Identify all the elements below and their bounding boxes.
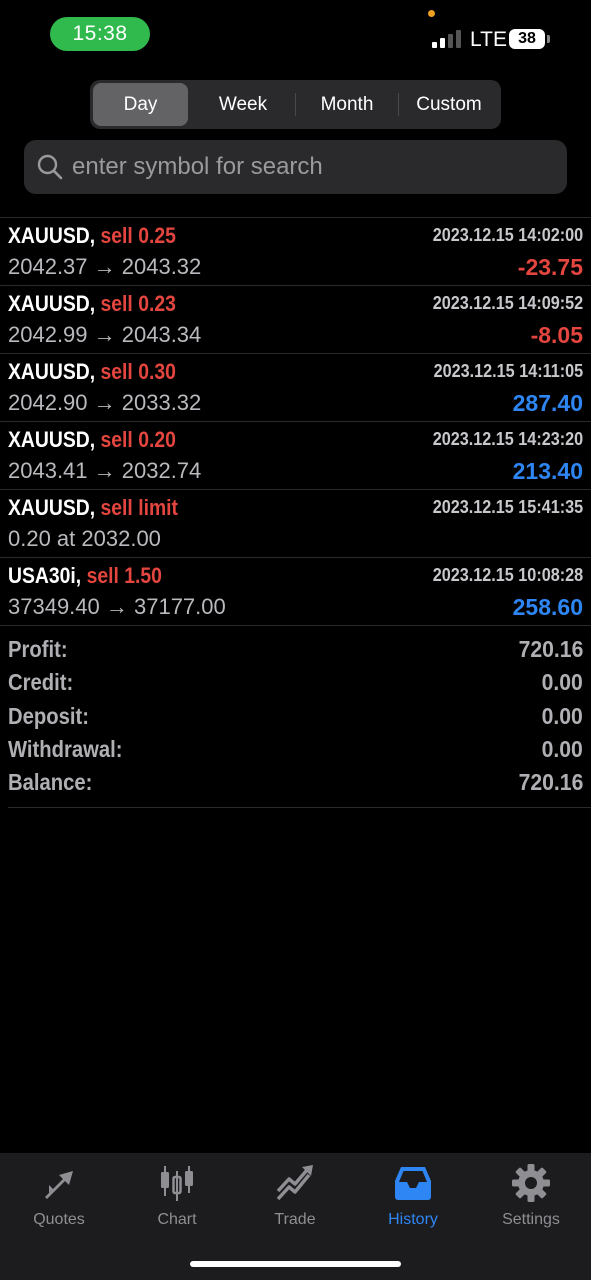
deal-datetime: 2023.12.15 14:02:00 [432, 225, 583, 245]
gear-icon [512, 1164, 550, 1202]
tab-label: Quotes [33, 1211, 85, 1228]
status-bar: 15:38 LTE 38 [0, 0, 591, 66]
deal-profit: 258.60 [512, 594, 583, 620]
status-time: 15:38 [50, 17, 150, 51]
summary-label: Credit: [8, 669, 74, 696]
deal-symbol: XAUUSD, [8, 495, 96, 520]
deal-row[interactable]: XAUUSD, sell 0.25 2023.12.15 14:02:00 2042… [0, 218, 591, 286]
cellular-signal-icon [432, 30, 462, 48]
deal-datetime: 2023.12.15 10:08:28 [432, 565, 583, 585]
tab-chart[interactable]: Chart [118, 1163, 236, 1243]
tab-quotes[interactable]: Quotes [0, 1163, 118, 1243]
summary-row: Deposit: 0.00 [8, 701, 583, 734]
summary-row: Profit: 720.16 [8, 634, 583, 667]
deal-datetime: 2023.12.15 14:09:52 [432, 293, 583, 313]
deal-symbol-line: XAUUSD, sell 0.23 [8, 291, 176, 317]
summary-value: 0.00 [541, 735, 583, 762]
summary-label: Balance: [8, 769, 93, 796]
deal-row[interactable]: XAUUSD, sell 0.20 2023.12.15 14:23:20 2043… [0, 422, 591, 490]
deal-symbol-line: USA30i, sell 1.50 [8, 563, 162, 589]
tab-label: Chart [157, 1211, 197, 1228]
summary-value: 720.16 [518, 769, 583, 796]
quotes-arrows-icon [45, 1171, 73, 1199]
home-indicator[interactable] [190, 1261, 401, 1267]
deal-row[interactable]: XAUUSD, sell 0.23 2023.12.15 14:09:52 2042… [0, 286, 591, 354]
deal-action: sell 0.25 [100, 223, 176, 248]
tab-custom[interactable]: Custom [399, 83, 499, 126]
deal-action: sell 0.20 [100, 427, 176, 452]
deal-symbol: XAUUSD, [8, 223, 96, 248]
summary-row: Withdrawal: 0.00 [8, 734, 583, 767]
summary-row: Balance: 720.16 [8, 767, 583, 800]
search-bar[interactable] [24, 140, 567, 194]
deal-profit: -23.75 [517, 254, 583, 280]
tab-history[interactable]: History [354, 1163, 472, 1243]
deal-row[interactable]: XAUUSD, sell limit 2023.12.15 15:41:35 0.2… [0, 490, 591, 558]
tab-trade[interactable]: Trade [236, 1163, 354, 1243]
summary-row: Credit: 0.00 [8, 667, 583, 700]
deal-action: sell 1.50 [86, 563, 162, 588]
deal-profit: -8.05 [530, 322, 583, 348]
deal-profit: 287.40 [512, 390, 583, 416]
history-inbox-icon [395, 1167, 431, 1200]
tab-month[interactable]: Month [296, 83, 398, 126]
account-summary: Profit: 720.16 Credit: 0.00 Deposit: 0.00 With… [8, 634, 583, 800]
deal-prices: 37349.40 → 37177.00 [8, 594, 226, 619]
tab-settings[interactable]: Settings [472, 1163, 590, 1243]
period-segmented-control: Day Week Month Custom [90, 80, 501, 129]
deal-datetime: 2023.12.15 15:41:35 [432, 497, 583, 517]
deal-action: sell 0.23 [100, 291, 176, 316]
deal-prices: 2042.90 → 2033.32 [8, 390, 202, 415]
battery-level: 38 [518, 30, 536, 47]
deal-symbol: XAUUSD, [8, 291, 96, 316]
deal-symbol: USA30i, [8, 563, 82, 588]
search-input[interactable] [72, 140, 552, 194]
deal-profit: 213.40 [512, 458, 583, 484]
battery-tip [547, 35, 550, 43]
battery-icon: 38 [509, 29, 545, 49]
deal-row[interactable]: XAUUSD, sell 0.30 2023.12.15 14:11:05 2042… [0, 354, 591, 422]
deal-action: sell limit [100, 495, 179, 520]
trade-trend-icon [276, 1165, 313, 1201]
deal-row[interactable]: USA30i, sell 1.50 2023.12.15 10:08:28 3734… [0, 558, 591, 626]
deal-symbol-line: XAUUSD, sell 0.25 [8, 223, 176, 249]
summary-label: Profit: [8, 636, 68, 662]
tab-week[interactable]: Week [192, 83, 294, 126]
deal-symbol-line: XAUUSD, sell 0.20 [8, 427, 176, 453]
deal-prices: 2042.99 → 2043.34 [8, 322, 202, 347]
deal-symbol: XAUUSD, [8, 359, 96, 384]
summary-value: 720.16 [518, 636, 583, 662]
summary-label: Withdrawal: [8, 735, 123, 762]
deal-datetime: 2023.12.15 14:11:05 [433, 361, 583, 381]
deal-symbol-line: XAUUSD, sell limit [8, 495, 178, 521]
deal-symbol-line: XAUUSD, sell 0.30 [8, 359, 176, 385]
deal-symbol: XAUUSD, [8, 427, 96, 452]
tab-label: Trade [274, 1211, 316, 1228]
deal-prices: 2043.41 → 2032.74 [8, 458, 202, 483]
tab-label: Settings [502, 1211, 560, 1228]
deal-datetime: 2023.12.15 14:23:20 [432, 429, 583, 449]
search-icon [37, 154, 63, 180]
summary-label: Deposit: [8, 702, 89, 729]
tab-label: History [388, 1211, 438, 1228]
deals-list: XAUUSD, sell 0.25 2023.12.15 14:02:00 2042… [0, 218, 591, 626]
tab-day[interactable]: Day [93, 83, 188, 126]
network-type: LTE [470, 28, 507, 51]
candlestick-chart-icon [161, 1166, 193, 1201]
deal-prices: 2042.37 → 2043.32 [8, 254, 202, 279]
divider [8, 807, 591, 808]
summary-value: 0.00 [541, 702, 583, 729]
deal-action: sell 0.30 [100, 359, 176, 384]
summary-value: 0.00 [541, 669, 583, 696]
history-screen: 15:38 LTE 38 Day Week Month Custom XAUUS… [0, 0, 591, 1280]
deal-prices: 0.20 at 2032.00 [8, 526, 161, 551]
privacy-indicator-dot [428, 10, 435, 17]
